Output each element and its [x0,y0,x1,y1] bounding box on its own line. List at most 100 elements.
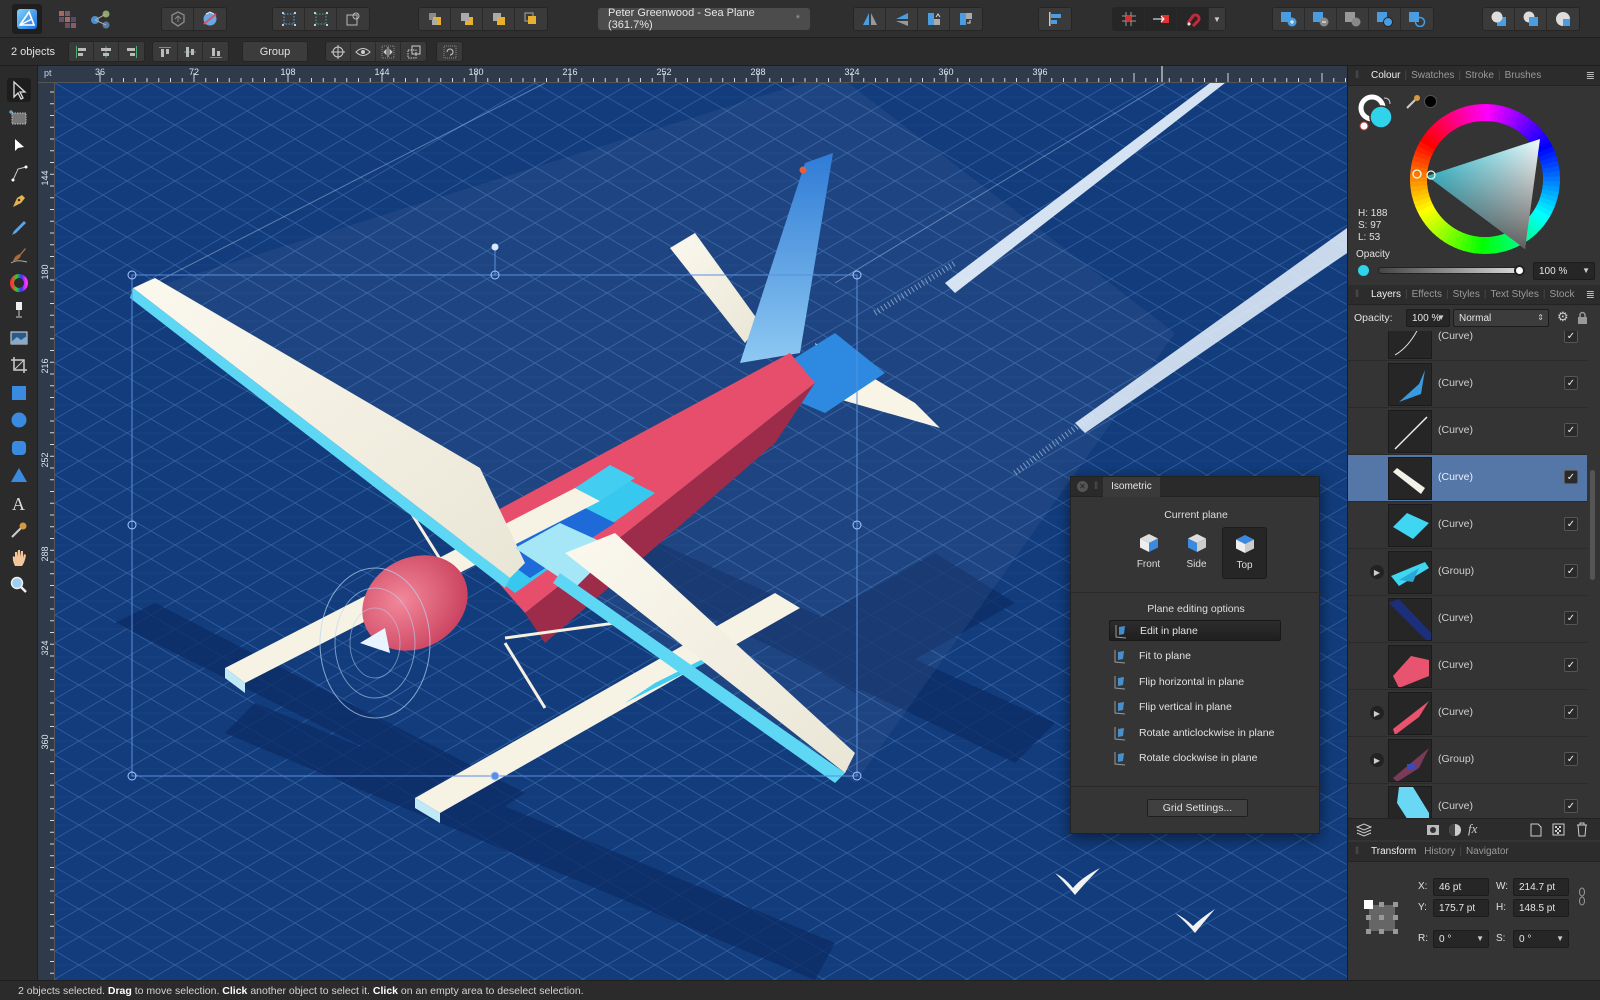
layer-row[interactable]: (Curve) ✓ [1348,408,1587,455]
boolean-xor-button[interactable] [1369,8,1401,30]
iso-option-edit-in-plane[interactable]: Edit in plane [1109,620,1281,641]
layer-row[interactable]: (Curve) ✓ [1348,784,1587,818]
transform-origin-button[interactable] [326,42,351,61]
text-tool[interactable]: A [7,491,31,515]
flip-horizontal-button[interactable] [854,8,886,30]
expand-triangle-icon[interactable]: ▶ [1370,565,1384,579]
tab-history[interactable]: History [1420,846,1459,857]
align-top-button[interactable] [153,42,178,61]
isolate-grid-button[interactable] [273,8,305,30]
rectangle-tool[interactable] [7,381,31,405]
chevron-down-icon[interactable]: ▼ [1556,934,1564,943]
align-center-button[interactable] [94,42,119,61]
node-tool[interactable] [7,133,31,157]
layer-row[interactable]: ▶ (Group) ✓ [1348,549,1587,596]
pencil-tool[interactable] [7,216,31,240]
drag-grip-icon[interactable]: ‖ [1355,289,1363,300]
visibility-checkbox[interactable]: ✓ [1564,658,1578,672]
document-title-tab[interactable]: Peter Greenwood - Sea Plane (361.7%) * [598,7,810,31]
visibility-checkbox[interactable]: ✓ [1564,799,1578,813]
adjustment-icon[interactable] [1448,823,1462,837]
group-button[interactable]: Group [242,41,308,62]
horizontal-ruler[interactable]: pt 36 72 108 144 180 216 252 288 324 360 396 [38,66,1347,83]
ellipse-tool[interactable] [7,408,31,432]
app-logo-button[interactable] [12,4,42,34]
transform-object-button[interactable] [337,8,369,30]
move-tool[interactable] [7,78,31,102]
tab-navigator[interactable]: Navigator [1462,846,1513,857]
visibility-checkbox[interactable]: ✓ [1564,470,1578,484]
insert-top-button[interactable] [1515,8,1547,30]
width-field[interactable]: 214.7 pt [1513,878,1569,896]
place-image-tool[interactable] [7,326,31,350]
chevron-down-icon[interactable]: ▼ [1476,934,1484,943]
boolean-intersect-button[interactable] [1337,8,1369,30]
mask-icon[interactable] [1426,823,1440,837]
layer-opacity-field[interactable]: 100 % ▼ [1406,309,1450,327]
boolean-divide-button[interactable] [1401,8,1433,30]
insert-behind-button[interactable] [1483,8,1515,30]
opacity-field[interactable]: 100 % ▼ [1533,262,1595,280]
visibility-checkbox[interactable]: ✓ [1564,517,1578,531]
tab-transform[interactable]: Transform [1367,846,1420,857]
rotate-handle[interactable] [491,243,499,251]
arrange-backward-button[interactable] [451,8,483,30]
opacity-slider[interactable] [1378,265,1525,276]
blend-mode-select[interactable]: Normal ⇕ [1453,309,1549,327]
export-persona-button[interactable] [90,9,112,32]
resize-button[interactable] [401,42,426,61]
crop-tool[interactable] [7,353,31,377]
tab-colour[interactable]: Colour [1367,70,1404,81]
layers-stack-icon[interactable] [1356,823,1372,837]
align-button[interactable] [1039,8,1071,30]
visibility-checkbox[interactable]: ✓ [1564,423,1578,437]
corner-tool[interactable] [7,161,31,185]
chevron-down-icon[interactable]: ▼ [1582,266,1590,275]
colour-wheel[interactable] [1410,104,1560,257]
show-bounding-button[interactable] [351,42,376,61]
drag-grip-icon[interactable]: ‖ [1355,846,1363,857]
view-tool[interactable] [7,546,31,570]
tab-stock[interactable]: Stock [1545,289,1578,300]
zoom-tool[interactable] [7,573,31,597]
tab-text-styles[interactable]: Text Styles [1486,289,1542,300]
iso-option-flip-horizontal-in-plane[interactable]: Flip horizontal in plane [1109,671,1281,692]
triangle-tool[interactable] [7,463,31,487]
link-aspect-icon[interactable] [1578,886,1586,908]
rotation-field[interactable]: 0 ° ▼ [1433,930,1489,948]
tab-styles[interactable]: Styles [1449,289,1484,300]
y-field[interactable]: 175.7 pt [1433,899,1489,917]
grid-snap-button[interactable] [1113,8,1145,30]
grid-button[interactable] [305,8,337,30]
transparency-tool[interactable] [7,298,31,322]
snapping-dropdown-button[interactable]: ▼ [1209,8,1225,30]
align-left-button[interactable] [69,42,94,61]
pen-tool[interactable] [7,188,31,212]
layer-row[interactable]: (Curve) ✓ [1348,502,1587,549]
move-to-button[interactable] [1145,8,1177,30]
tab-swatches[interactable]: Swatches [1407,70,1458,81]
layer-row[interactable]: (Curve) ✓ [1348,596,1587,643]
boolean-subtract-button[interactable] [1305,8,1337,30]
opacity-slider-knob[interactable] [1514,265,1525,276]
arrange-forward-button[interactable] [483,8,515,30]
pixel-persona-button[interactable] [58,9,78,32]
tab-brushes[interactable]: Brushes [1501,70,1546,81]
flip-button[interactable] [376,42,401,61]
tab-stroke[interactable]: Stroke [1461,70,1498,81]
iso-option-rotate-clockwise-in-plane[interactable]: Rotate clockwise in plane [1109,748,1281,769]
tab-layers[interactable]: Layers [1367,289,1405,300]
drag-grip-icon[interactable]: ‖ [1094,481,1098,492]
fill-tool[interactable] [7,271,31,295]
layer-row[interactable]: ▶ (Curve) ✓ [1348,690,1587,737]
fill-stroke-selector[interactable] [1358,94,1396,132]
new-layer-icon[interactable] [1530,823,1542,837]
x-field[interactable]: 46 pt [1433,878,1489,896]
iso-option-fit-to-plane[interactable]: Fit to plane [1109,646,1281,667]
panel-menu-icon[interactable]: ≣ [1586,288,1595,301]
grid-settings-button[interactable]: Grid Settings... [1147,799,1248,817]
close-icon[interactable]: ✕ [1077,481,1088,492]
rotate-anticlockwise-button[interactable] [918,8,950,30]
rounded-rectangle-tool[interactable] [7,436,31,460]
lock-icon[interactable] [1577,311,1588,324]
